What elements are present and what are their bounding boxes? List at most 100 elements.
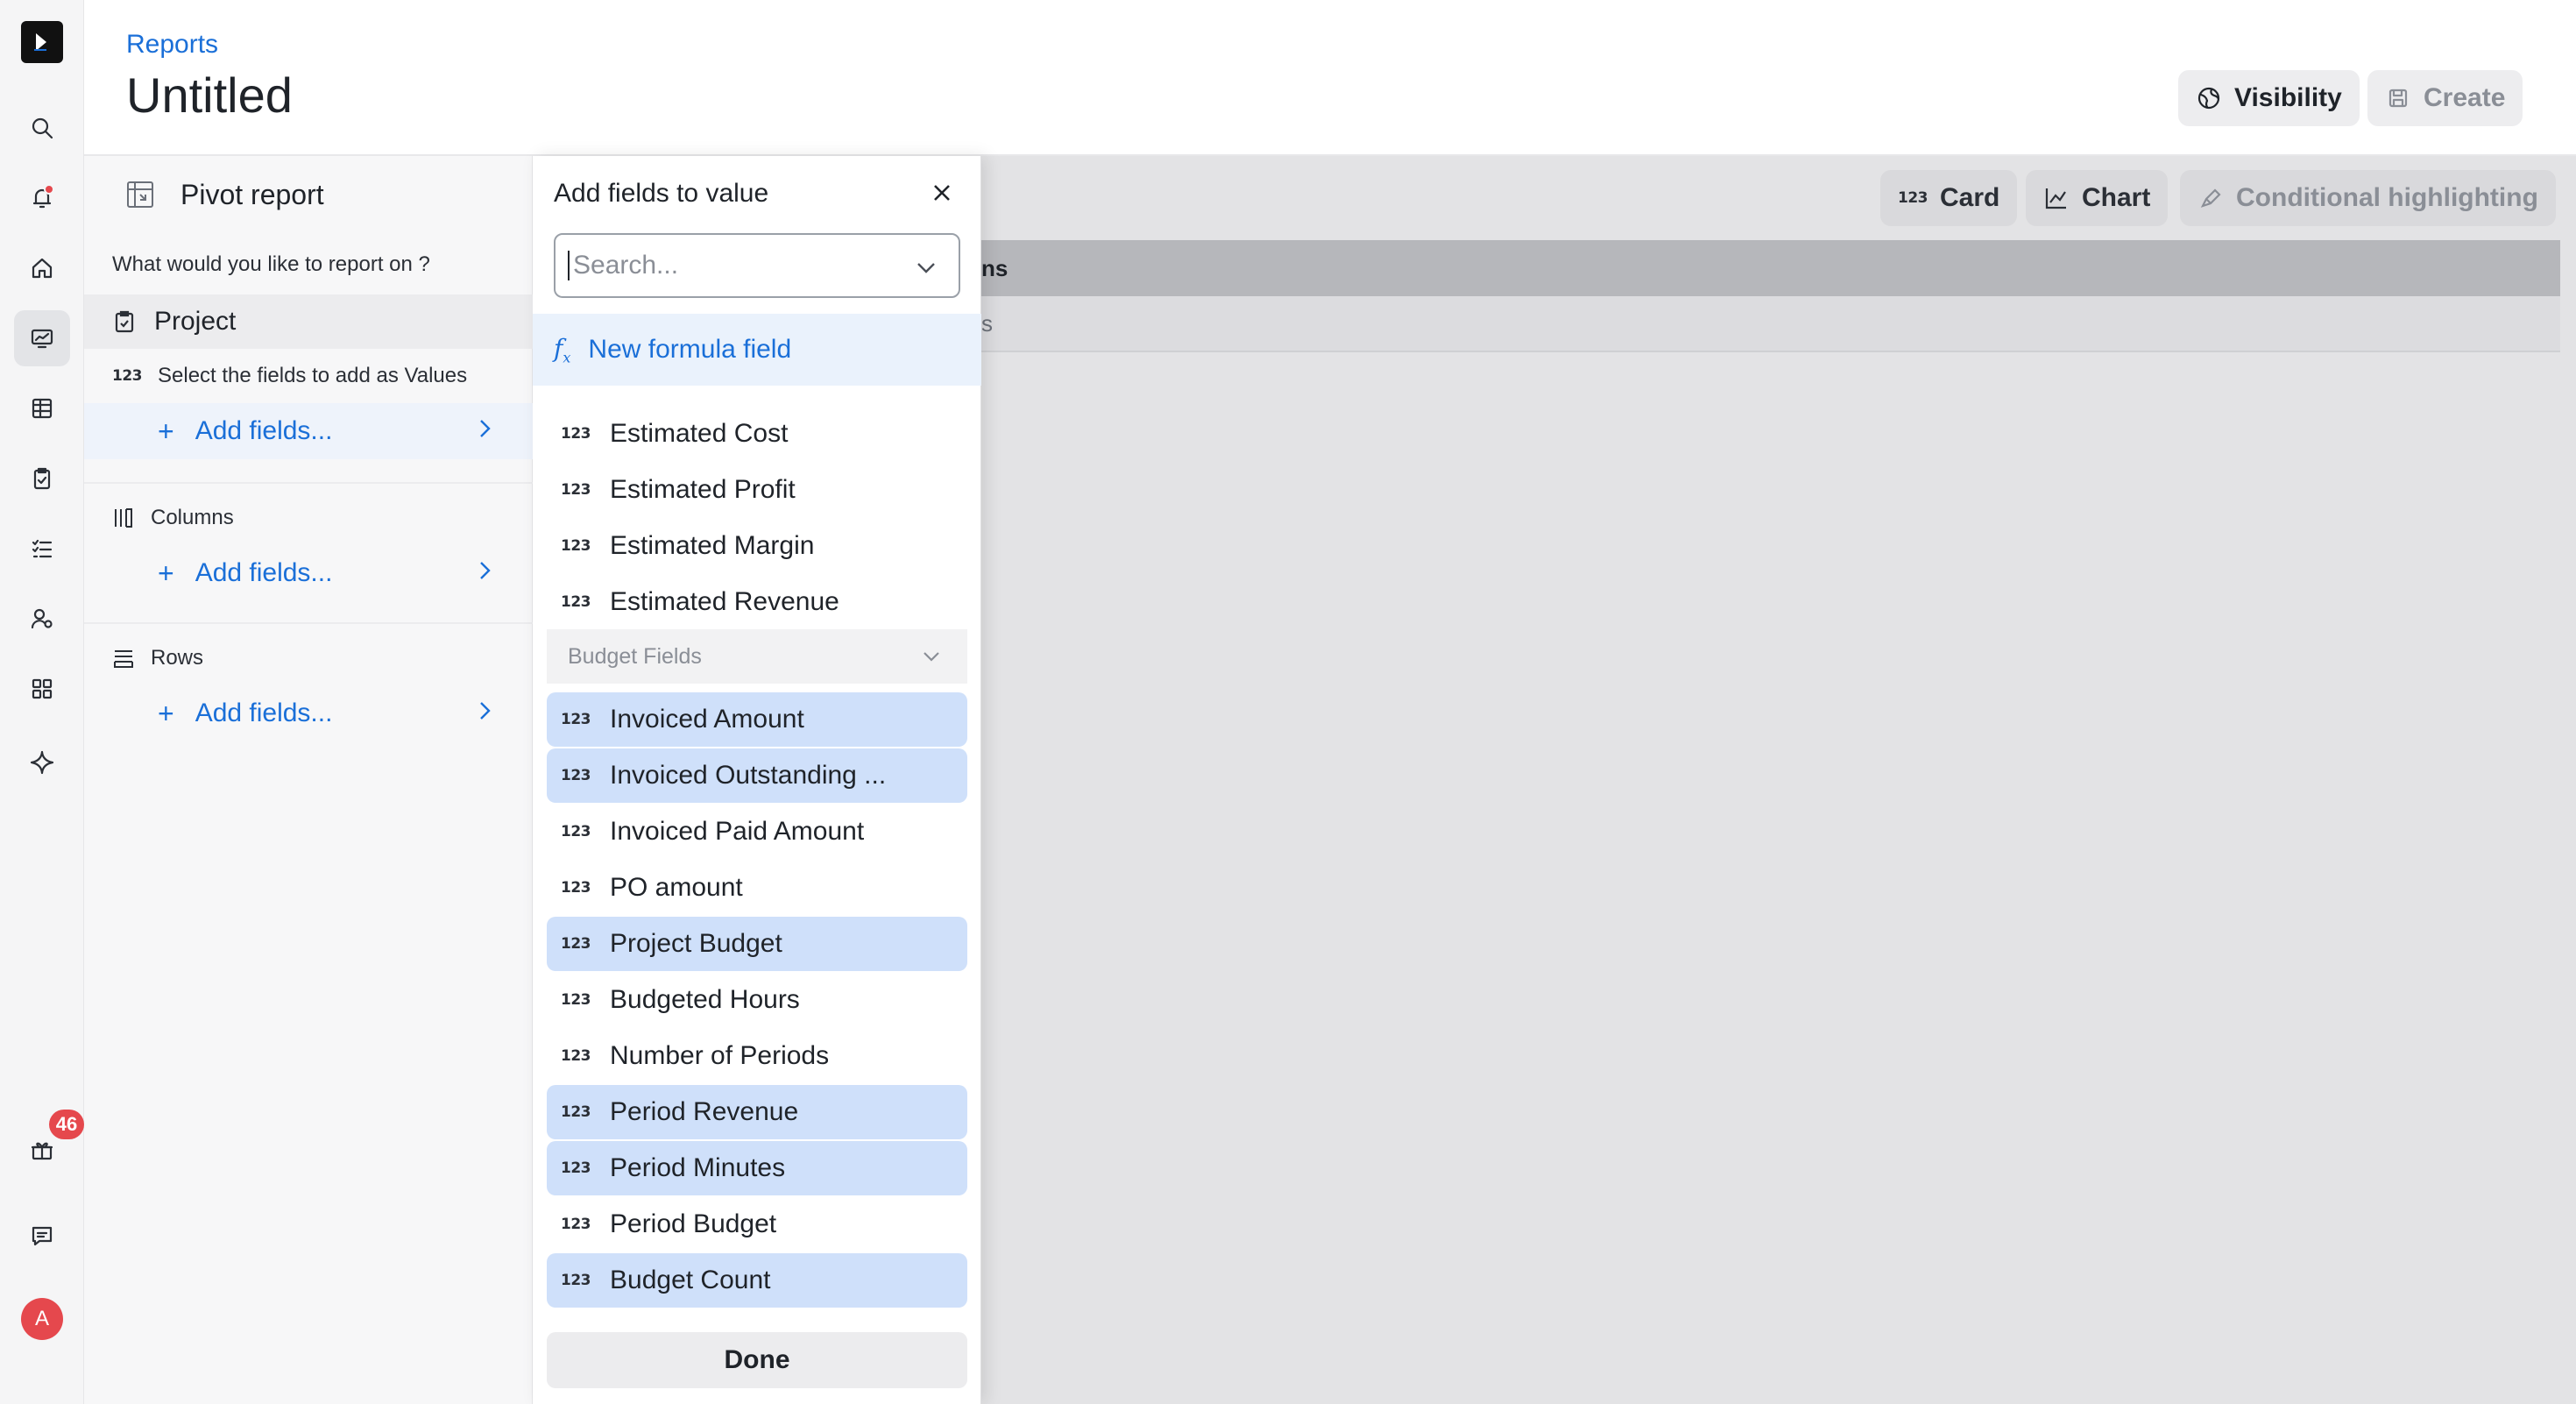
rows-label: Rows — [151, 646, 204, 670]
field-option[interactable]: 123 Invoiced Outstanding ... — [547, 748, 967, 803]
section-divider — [84, 622, 533, 624]
field-option[interactable]: 123 Project Budget — [547, 917, 967, 971]
chevron-down-icon[interactable] — [913, 254, 939, 280]
grid-header-cell: ns — [981, 254, 1008, 281]
panel-title: Pivot report — [123, 177, 324, 212]
new-formula-field-label: New formula field — [588, 335, 792, 364]
chat-icon — [32, 1226, 53, 1246]
field-option-label: Estimated Revenue — [610, 587, 839, 616]
field-option-label: Number of Periods — [610, 1041, 830, 1070]
home-icon — [32, 258, 53, 279]
search-nav-button[interactable] — [14, 100, 70, 156]
rows-icon — [114, 650, 133, 668]
field-option[interactable]: 123 Estimated Profit — [547, 463, 967, 517]
field-option-label: Estimated Profit — [610, 475, 796, 504]
home-nav-button[interactable] — [14, 240, 70, 296]
visibility-label: Visibility — [2234, 83, 2342, 112]
page-title[interactable]: Untitled — [126, 67, 293, 124]
field-option[interactable]: 123 Estimated Revenue — [547, 575, 967, 629]
field-option-label: Project Budget — [610, 929, 782, 958]
card-view-button[interactable]: 123 Card — [1880, 170, 2018, 226]
done-button[interactable]: Done — [547, 1332, 967, 1388]
field-option[interactable]: 123 Period Budget — [547, 1197, 967, 1252]
values-add-label: Add fields... — [195, 416, 333, 445]
conditional-highlighting-button[interactable]: Conditional highlighting — [2180, 170, 2556, 226]
columns-icon — [115, 508, 132, 528]
clipboard-check-icon — [33, 467, 51, 490]
grid-data-row: s — [981, 296, 2560, 352]
field-option[interactable]: 123 Budget Count — [547, 1253, 967, 1308]
ai-nav-button[interactable] — [14, 734, 70, 791]
checklist-icon — [32, 539, 53, 558]
number-field-icon: 123 — [561, 1103, 591, 1121]
chart-view-button[interactable]: Chart — [2026, 170, 2169, 226]
apps-nav-button[interactable] — [14, 661, 70, 717]
pivot-table-icon — [127, 181, 153, 208]
number-field-icon: 123 — [561, 481, 591, 499]
save-icon — [2388, 89, 2408, 108]
columns-add-fields-button[interactable]: + Add fields... — [84, 545, 533, 601]
projects-nav-button[interactable] — [14, 450, 70, 507]
columns-section-label: Columns — [112, 491, 234, 545]
app-logo[interactable] — [21, 21, 63, 63]
field-option[interactable]: 123 Period Revenue — [547, 1085, 967, 1139]
number-field-icon: 123 — [561, 711, 591, 728]
create-button[interactable]: Create — [2367, 70, 2523, 126]
breadcrumb-reports[interactable]: Reports — [126, 30, 218, 60]
field-option[interactable]: 123 Period Minutes — [547, 1141, 967, 1195]
field-option[interactable]: 123 Invoiced Paid Amount — [547, 805, 967, 859]
field-option-label: Budgeted Hours — [610, 985, 800, 1014]
people-nav-button[interactable] — [14, 591, 70, 647]
values-add-fields-button[interactable]: + Add fields... — [84, 403, 533, 459]
number-field-icon: 123 — [561, 879, 591, 897]
number-field-icon: 123 — [561, 1272, 591, 1289]
notifications-nav-button[interactable] — [14, 170, 70, 226]
card-label: Card — [1940, 183, 2000, 212]
number-field-icon: 123 — [561, 593, 591, 611]
number-field-icon: 123 — [561, 1216, 591, 1233]
values-label: Select the fields to add as Values — [158, 364, 468, 387]
plus-icon: + — [158, 557, 174, 589]
sheets-nav-button[interactable] — [14, 380, 70, 436]
rows-add-label: Add fields... — [195, 698, 333, 727]
field-option[interactable]: 123 Invoiced Amount — [547, 692, 967, 747]
field-option[interactable]: 123 Estimated Cost — [547, 407, 967, 461]
entity-selector-project[interactable]: Project — [84, 294, 533, 349]
number-field-icon: 123 — [561, 767, 591, 784]
plus-icon: + — [158, 415, 174, 447]
close-button[interactable] — [928, 179, 959, 210]
chevron-down-icon — [924, 652, 939, 662]
budget-fields-group-header[interactable]: Budget Fields — [547, 629, 967, 684]
formula-icon: fx — [554, 333, 571, 366]
field-option-label: Invoiced Amount — [610, 705, 804, 734]
tasks-nav-button[interactable] — [14, 521, 70, 577]
field-search-input[interactable] — [568, 251, 901, 280]
reports-nav-button[interactable] — [14, 310, 70, 366]
gift-icon — [31, 1142, 53, 1160]
user-avatar[interactable]: A — [21, 1298, 63, 1340]
plus-icon: + — [158, 697, 174, 729]
chat-nav-button[interactable] — [14, 1208, 70, 1264]
field-option-label: Estimated Margin — [610, 531, 815, 560]
new-formula-field-button[interactable]: fx New formula field — [533, 314, 981, 386]
columns-label: Columns — [151, 506, 234, 529]
chevron-right-icon — [471, 698, 498, 731]
report-canvas: 123 Card Chart Conditional highlighting … — [981, 156, 2576, 1404]
field-option-label: Period Minutes — [610, 1153, 786, 1182]
field-option[interactable]: 123 Estimated Margin — [547, 519, 967, 573]
visibility-button[interactable]: Visibility — [2178, 70, 2360, 126]
globe-icon — [2197, 87, 2220, 110]
rows-add-fields-button[interactable]: + Add fields... — [84, 685, 533, 741]
notification-dot — [44, 184, 54, 195]
field-option[interactable]: 123 Number of Periods — [547, 1029, 967, 1083]
field-option[interactable]: 123 Budgeted Hours — [547, 973, 967, 1027]
columns-add-label: Add fields... — [195, 558, 333, 587]
field-search-combobox[interactable] — [554, 233, 960, 298]
values-section-label: 123 Select the fields to add as Values — [112, 349, 467, 403]
field-option[interactable]: 123 PO amount — [547, 861, 967, 915]
number-field-icon: 123 — [561, 1047, 591, 1065]
number-field-icon: 123 — [112, 367, 143, 385]
line-chart-icon — [2045, 188, 2066, 209]
pivot-config-panel: Pivot report What would you like to repo… — [84, 156, 533, 1404]
search-icon — [32, 117, 53, 139]
